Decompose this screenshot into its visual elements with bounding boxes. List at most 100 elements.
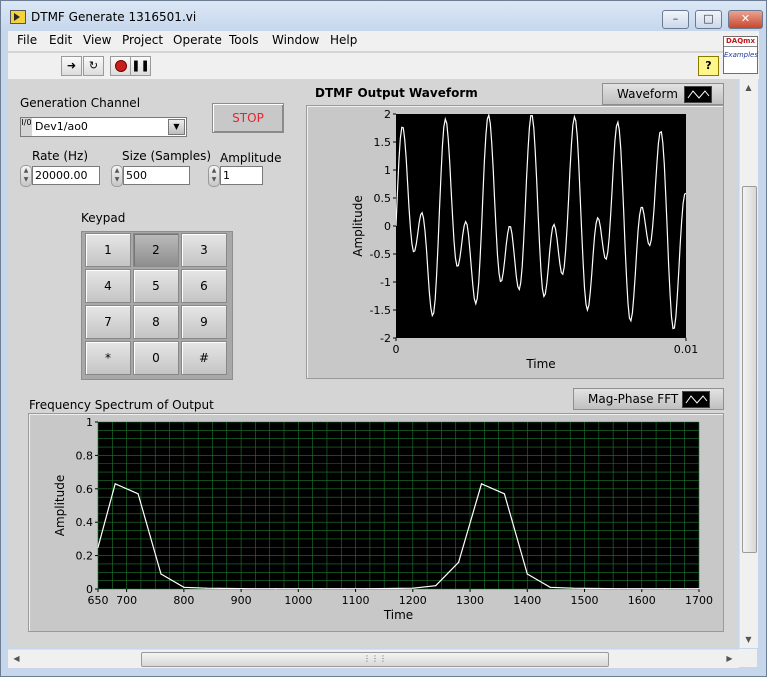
size-field[interactable]: 500 — [123, 166, 190, 185]
generation-channel-label: Generation Channel — [20, 96, 141, 110]
scroll-down-icon[interactable]: ▼ — [740, 631, 757, 648]
plot-style-swatch-icon — [684, 86, 712, 103]
x-tick-label: 1000 — [284, 594, 312, 607]
y-tick-label: 1 — [384, 164, 391, 177]
run-continuously-icon[interactable]: ↻ — [83, 56, 104, 76]
y-tick-label: 0.6 — [76, 483, 94, 496]
daqmx-icon-label: DAQmx — [724, 37, 757, 47]
x-tick-label: 1100 — [342, 594, 370, 607]
waveform-graph[interactable]: 0 0.01 2 1.5 1 0.5 0 -0.5 -1 -1.5 -2 Time Amplitude — [306, 105, 722, 377]
minimize-button[interactable]: – — [662, 10, 689, 29]
menu-tools[interactable]: Tools — [229, 33, 259, 47]
y-tick-label: -1 — [380, 276, 391, 289]
context-help-icon[interactable]: ? — [698, 56, 719, 76]
maximize-button[interactable]: □ — [695, 10, 722, 29]
y-tick-label: 1.5 — [374, 136, 392, 149]
resize-grip-icon[interactable] — [739, 649, 757, 667]
labview-vi-icon — [10, 10, 26, 24]
x-tick-label: 700 — [116, 594, 137, 607]
waveform-graph-title: DTMF Output Waveform — [315, 86, 478, 100]
stop-button[interactable]: STOP — [212, 103, 284, 133]
y-axis-label: Amplitude — [351, 195, 365, 257]
x-tick-label: 1400 — [513, 594, 541, 607]
x-tick-label: 1500 — [571, 594, 599, 607]
rate-spinner-icon[interactable]: ▲ ▼ — [20, 165, 32, 187]
generation-channel-control[interactable]: I/0 Dev1/ao0 ▼ — [20, 117, 187, 137]
menu-file[interactable]: File — [17, 33, 37, 47]
rate-label: Rate (Hz) — [32, 149, 89, 163]
plot-area — [396, 114, 686, 338]
key-5[interactable]: 5 — [133, 269, 179, 303]
y-tick-label: -0.5 — [370, 248, 391, 261]
menu-window[interactable]: Window — [272, 33, 319, 47]
menu-bar: File Edit View Project Operate Tools Win… — [8, 31, 759, 51]
keypad-label: Keypad — [81, 211, 126, 225]
key-6[interactable]: 6 — [181, 269, 227, 303]
run-arrow-icon[interactable]: ➜ — [61, 56, 82, 76]
daqmx-examples-icon: DAQmx Examples — [723, 36, 758, 74]
scroll-right-icon[interactable]: ▶ — [721, 650, 738, 667]
key-1[interactable]: 1 — [85, 233, 131, 267]
rate-field[interactable]: 20000.00 — [32, 166, 100, 185]
amplitude-label: Amplitude — [220, 151, 282, 165]
front-panel: Generation Channel I/0 Dev1/ao0 ▼ STOP R… — [8, 79, 737, 648]
keypad: 1 2 3 4 5 6 7 8 9 * 0 # — [81, 231, 233, 380]
plot-style-swatch-icon — [682, 391, 710, 408]
horizontal-scrollbar[interactable]: ◀ ⋮⋮⋮ ▶ — [8, 649, 739, 668]
abort-icon[interactable] — [110, 56, 131, 76]
fft-plot-legend[interactable]: Mag-Phase FFT — [573, 388, 724, 410]
key-4[interactable]: 4 — [85, 269, 131, 303]
x-tick-label: 1300 — [456, 594, 484, 607]
key-hash[interactable]: # — [181, 341, 227, 375]
x-tick-label: 1700 — [685, 594, 713, 607]
amplitude-field[interactable]: 1 — [220, 166, 263, 185]
size-label: Size (Samples) — [122, 149, 212, 163]
key-0[interactable]: 0 — [133, 341, 179, 375]
waveform-plot-legend[interactable]: Waveform — [602, 83, 724, 105]
y-tick-label: 0 — [384, 220, 391, 233]
menu-project[interactable]: Project — [122, 33, 163, 47]
pause-icon[interactable]: ❚❚ — [130, 56, 151, 76]
y-tick-label: 1 — [86, 416, 93, 429]
fft-graph[interactable]: 650 700 800 900 1000 1100 1200 1300 1400 1500 1600… — [28, 413, 722, 630]
key-2[interactable]: 2 — [133, 233, 179, 267]
y-tick-label: 0.8 — [76, 449, 94, 462]
vertical-scroll-thumb[interactable] — [742, 186, 757, 553]
waveform-legend-label: Waveform — [617, 87, 678, 101]
key-9[interactable]: 9 — [181, 305, 227, 339]
key-star[interactable]: * — [85, 341, 131, 375]
scroll-left-icon[interactable]: ◀ — [8, 650, 25, 667]
vertical-scrollbar[interactable]: ▲ ▼ — [739, 79, 758, 648]
y-tick-label: 2 — [384, 108, 391, 121]
io-name-icon: I/0 — [21, 118, 32, 136]
key-3[interactable]: 3 — [181, 233, 227, 267]
generation-channel-value: Dev1/ao0 — [35, 120, 88, 133]
close-button[interactable]: ✕ — [728, 10, 763, 29]
amplitude-spinner-icon[interactable]: ▲ ▼ — [208, 165, 220, 187]
scroll-up-icon[interactable]: ▲ — [740, 79, 757, 96]
x-tick-label: 0 — [393, 343, 400, 356]
x-axis-label: Time — [525, 357, 555, 371]
x-tick-label: 0.01 — [674, 343, 699, 356]
key-7[interactable]: 7 — [85, 305, 131, 339]
dropdown-arrow-icon[interactable]: ▼ — [168, 119, 185, 135]
menu-view[interactable]: View — [83, 33, 111, 47]
y-tick-label: 0 — [86, 583, 93, 596]
x-tick-label: 1200 — [399, 594, 427, 607]
fft-legend-label: Mag-Phase FFT — [588, 392, 679, 406]
fft-graph-title: Frequency Spectrum of Output — [29, 398, 214, 412]
x-tick-label: 800 — [173, 594, 194, 607]
toolbar: ➜ ↻ ❚❚ ? — [8, 52, 759, 79]
menu-edit[interactable]: Edit — [49, 33, 72, 47]
key-8[interactable]: 8 — [133, 305, 179, 339]
y-tick-label: 0.2 — [76, 550, 94, 563]
horizontal-scroll-thumb[interactable]: ⋮⋮⋮ — [141, 652, 609, 667]
title-bar[interactable]: DTMF Generate 1316501.vi – □ ✕ — [1, 1, 766, 31]
menu-help[interactable]: Help — [330, 33, 357, 47]
menu-operate[interactable]: Operate — [173, 33, 222, 47]
window-title: DTMF Generate 1316501.vi — [31, 10, 197, 24]
x-axis-label: Time — [383, 608, 413, 622]
y-axis-label: Amplitude — [53, 475, 67, 537]
y-tick-label: 0.4 — [76, 516, 94, 529]
size-spinner-icon[interactable]: ▲ ▼ — [111, 165, 123, 187]
